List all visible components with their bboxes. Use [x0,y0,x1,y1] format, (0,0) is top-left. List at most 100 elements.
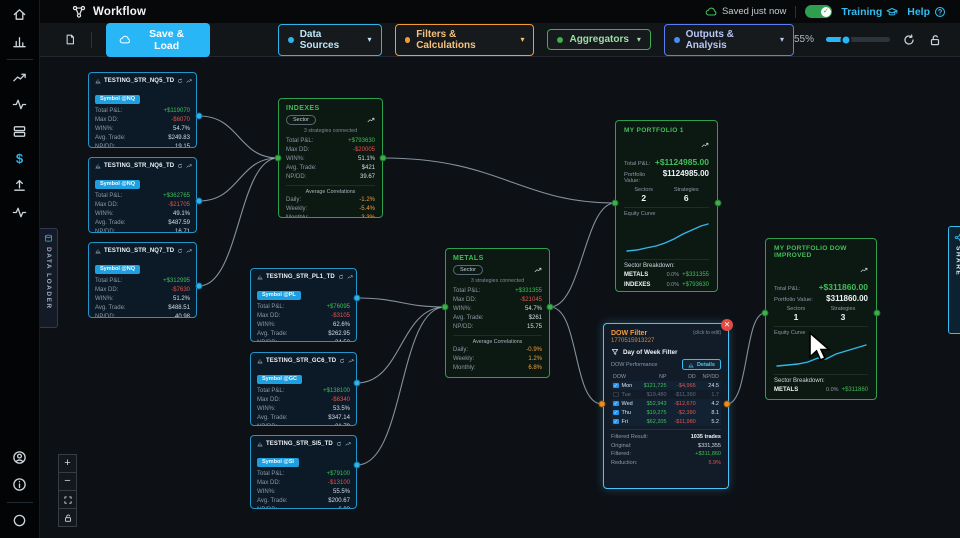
stat-label: Max DD: [257,479,280,488]
refresh-icon[interactable] [177,163,183,169]
strategy-node-nq6[interactable]: TESTING_STR_NQ6_TD Symbol @NQ Total P&L:… [88,157,197,233]
upload-icon[interactable] [12,178,27,193]
document-icon[interactable] [64,33,77,46]
trend-icon[interactable] [347,274,353,280]
checkbox-checked[interactable]: ✓ [613,401,619,407]
details-button[interactable]: Details [682,359,721,370]
zoom-in-button[interactable]: + [58,454,77,473]
output-port[interactable] [196,198,203,205]
input-port[interactable] [612,200,619,207]
save-load-button[interactable]: Save & Load [106,23,211,57]
trending-up-icon[interactable] [12,70,27,85]
sector-node-indexes[interactable]: INDEXES Sector 3 strategies connected To… [278,98,383,218]
correlations-header: Average Correlations [286,189,375,195]
strategy-node-pl1[interactable]: TESTING_STR_PL1_TD Symbol @PL Total P&L:… [250,268,357,342]
stat-label: Weekly: [453,355,474,364]
portfolio-node-dow-improved[interactable]: MY PORTFOLIO DOW IMPROVED Total P&L:+$31… [765,238,877,400]
trend-icon[interactable] [860,266,868,274]
refresh-icon[interactable] [336,441,342,447]
autosave-toggle[interactable]: ✓ [805,5,832,18]
strategy-node-nq7[interactable]: TESTING_STR_NQ7_TD Symbol @NQ Total P&L:… [88,242,197,318]
dropdown-aggregators[interactable]: Aggregators ▾ [547,29,650,50]
data-loader-tab[interactable]: DATA LOADER [40,228,58,328]
output-port[interactable] [724,401,731,408]
input-port[interactable] [275,155,282,162]
fit-view-button[interactable] [58,490,77,509]
table-row: Tue $19,480 -$11,360 1.7 [611,390,721,399]
portfolio-node-1[interactable]: MY PORTFOLIO 1 Total P&L:+$1124985.00 Po… [615,120,718,292]
share-tab[interactable]: SHARE [948,226,960,334]
trend-icon[interactable] [186,163,192,169]
output-port[interactable] [354,462,361,469]
checkbox-checked[interactable]: ✓ [613,410,619,416]
category-dot [674,37,680,43]
user-icon[interactable] [12,450,27,465]
lock-canvas-button[interactable] [58,508,77,527]
activity-icon[interactable] [12,97,27,112]
info-icon[interactable] [12,477,27,492]
zoom-slider[interactable] [826,37,890,42]
output-port[interactable] [547,304,554,311]
category-dot [288,37,294,43]
refresh-icon[interactable] [339,358,345,364]
input-port[interactable] [442,304,449,311]
symbol-badge: Symbol @GC [257,375,302,384]
input-port[interactable] [762,310,769,317]
summary-label: Reduction: [611,459,637,468]
table-row: ✓Mon $121,725 -$4,965 24.5 [611,381,721,390]
refresh-icon[interactable] [177,248,183,254]
output-port[interactable] [715,200,722,207]
dropdown-outputs-analysis[interactable]: Outputs & Analysis ▾ [664,24,794,56]
strategy-node-si5[interactable]: TESTING_STR_SI5_TD Symbol @SI Total P&L:… [250,435,357,509]
help-link[interactable]: Help [907,6,946,18]
stat-value: 51.1% [358,155,375,164]
details-label: Details [697,362,715,368]
dropdown-data-sources[interactable]: Data Sources ▾ [278,24,382,56]
output-port[interactable] [196,283,203,290]
trend-icon[interactable] [701,141,709,149]
stat-value: 39.67 [360,173,375,182]
trend-icon[interactable] [186,248,192,254]
stat-label: Total P&L: [453,287,480,296]
stat-value: 6.8% [528,364,542,373]
zoom-out-button[interactable]: − [58,472,77,491]
refresh-icon[interactable] [177,78,183,84]
share-icon [954,233,960,242]
database-icon [44,234,53,243]
output-port[interactable] [354,295,361,302]
output-port[interactable] [380,155,387,162]
trend-icon[interactable] [186,78,192,84]
input-port[interactable] [599,401,606,408]
divider [91,32,92,48]
training-link[interactable]: Training [841,6,898,18]
output-port[interactable] [874,310,881,317]
reset-view-icon[interactable] [902,33,916,47]
trend-icon[interactable] [348,358,354,364]
strategy-node-nq5[interactable]: TESTING_STR_NQ5_TD Symbol @NQ Total P&L:… [88,72,197,148]
dollar-icon[interactable]: $ [12,151,27,166]
sector-node-metals[interactable]: METALS Sector 3 strategies connected Tot… [445,248,550,378]
server-icon[interactable] [12,124,27,139]
theme-circle-icon[interactable] [12,513,27,528]
output-port[interactable] [196,113,203,120]
home-icon[interactable] [12,7,27,22]
refresh-icon[interactable] [338,274,344,280]
signal-icon[interactable] [12,205,27,220]
dropdown-filters-calculations[interactable]: Filters & Calculations ▾ [395,24,535,56]
checkbox-unchecked[interactable] [613,392,619,398]
trend-icon[interactable] [534,266,542,274]
dow-filter-node[interactable]: ✕ DOW Filter 1770515913227 (click to edi… [603,323,729,489]
node-title: TESTING_STR_NQ6_TD [104,163,174,169]
checkbox-checked[interactable]: ✓ [613,419,619,425]
trend-icon[interactable] [367,116,375,124]
lock-icon[interactable] [928,33,942,47]
trend-icon[interactable] [345,441,351,447]
stat-label: WIN%: [286,155,305,164]
bar-chart-icon[interactable] [12,34,27,49]
checkbox-checked[interactable]: ✓ [613,383,619,389]
output-port[interactable] [354,380,361,387]
stat-value: $488.51 [168,304,190,313]
close-icon[interactable]: ✕ [721,319,733,331]
strategy-node-gc6[interactable]: TESTING_STR_GC6_TD Symbol @GC Total P&L:… [250,352,357,426]
np-value: $19,275 [638,408,669,417]
